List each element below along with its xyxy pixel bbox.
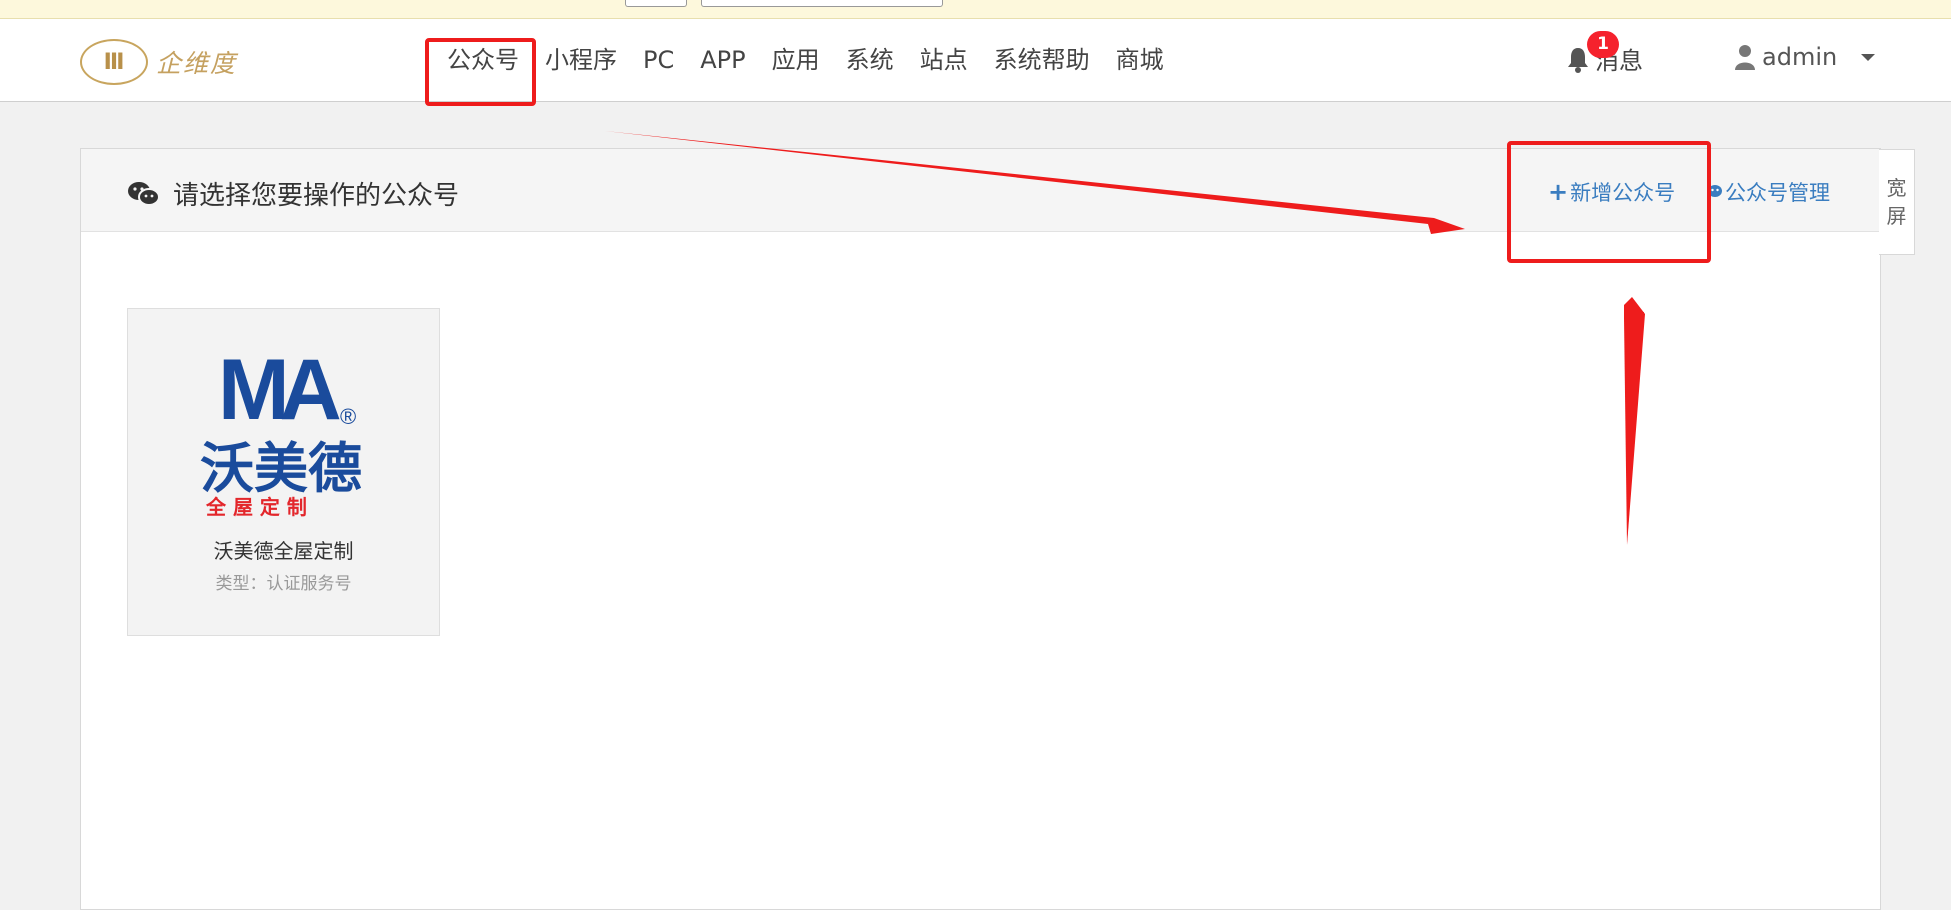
annotation-box-add [1507,141,1711,263]
browser-info-bar [0,0,1951,19]
logo-subtitle: 全 屋 定 制 [205,495,307,517]
logo-registered: ® [340,404,356,429]
account-logo: MA ® 沃美德 全 屋 定 制 [200,347,362,517]
nav-item-mall[interactable]: 商城 [1103,41,1177,79]
nav-item-app[interactable]: APP [687,41,758,79]
panel-title: 请选择您要操作的公众号 [127,175,459,212]
nav-item-mini-program[interactable]: 小程序 [532,41,630,79]
brand-seal-icon: Ⅲ [80,39,148,85]
panel-title-text: 请选择您要操作的公众号 [173,181,460,211]
account-name: 沃美德全屋定制 [213,539,354,563]
widescreen-toggle[interactable]: 宽 屏 [1879,149,1915,255]
nav-item-apps[interactable]: 应用 [759,41,833,79]
nav-item-system[interactable]: 系统 [833,41,907,79]
notification-badge: 1 [1587,31,1619,58]
info-bar-button[interactable] [625,0,687,7]
nav-item-pc[interactable]: PC [630,41,687,79]
top-navbar: Ⅲ 企维度 公众号 小程序 PC APP 应用 系统 站点 系统帮助 商城 消息… [0,19,1951,102]
account-card[interactable]: MA ® 沃美德 全 屋 定 制 沃美德全屋定制 类型：认证服务号 [127,308,440,636]
info-bar-field[interactable] [701,0,943,7]
annotation-box-nav [425,38,536,106]
widescreen-toggle-line1: 宽 [1886,176,1907,200]
manage-accounts-label: 公众号管理 [1725,181,1830,205]
widescreen-toggle-line2: 屏 [1886,204,1907,228]
user-icon [1735,45,1755,70]
wechat-icon [128,181,159,206]
brand-name: 企维度 [156,49,238,78]
logo-letters: MA [218,347,340,438]
user-menu[interactable]: admin [1734,43,1876,71]
chevron-down-icon [1861,53,1876,61]
account-type: 类型：认证服务号 [215,574,352,594]
brand-logo[interactable]: Ⅲ 企维度 [80,39,237,85]
user-name: admin [1762,43,1838,71]
manage-accounts-link[interactable]: 公众号管理 [1707,177,1830,207]
main-nav: 公众号 小程序 PC APP 应用 系统 站点 系统帮助 商城 [433,41,1177,79]
nav-item-site[interactable]: 站点 [907,41,981,79]
logo-brand-text: 沃美德 [200,437,362,500]
nav-item-system-help[interactable]: 系统帮助 [981,41,1103,79]
